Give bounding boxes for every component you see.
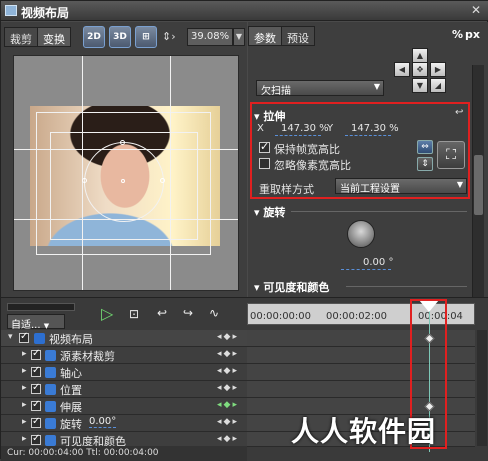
keyframe-nav-icon[interactable]: ◂◆▸ [217,332,239,342]
rotate-header[interactable]: ▾ 旋转 [254,204,285,220]
tab-crop[interactable]: 裁剪 [4,27,38,47]
align-left-icon[interactable]: ◀ [394,62,410,77]
align-bottom-right-icon[interactable]: ◢ [430,78,446,93]
expand-icon[interactable]: ▸ [22,366,27,376]
param-icon [45,367,56,378]
unit-percent[interactable]: % [452,28,463,41]
tab-presets[interactable]: 预设 [281,26,315,46]
track-label: 伸展 [60,401,82,414]
rotate-knob[interactable] [347,220,375,248]
preview-panel: 裁剪 变换 2D 3D ⊞ ⇕› 39.08% ▼ [1,22,247,297]
track-checkbox[interactable] [31,416,41,428]
param-icon [45,350,56,361]
keyframe-nav-icon[interactable]: ◂◆▸ [217,434,239,444]
chevron-down-icon: ▼ [43,322,50,330]
align-right-icon[interactable]: ▶ [430,62,446,77]
rotate-track-value[interactable]: 0.00° [89,416,117,428]
expand-icon[interactable]: ▸ [22,400,27,410]
visibility-title: 可见度和颜色 [263,281,330,294]
timeline-mode-select[interactable]: 自适... ▼ [7,314,65,331]
track-label: 旋转 [60,418,82,431]
section-divider [291,211,467,212]
app-icon [5,5,17,16]
curve-icon[interactable]: ∿ [209,306,219,320]
track-checkbox[interactable] [31,433,41,445]
video-layout-window: 视频布局 ✕ 裁剪 变换 2D 3D ⊞ ⇕› 39.08% ▼ 参数 预设 %… [0,0,488,461]
track-row[interactable]: ▾ 视频布局 ◂◆▸ [1,330,247,347]
keyframe-nav-icon[interactable]: ◂◆▸ [217,366,239,376]
handle-right[interactable] [160,178,165,183]
track-row[interactable]: ▸ 可见度和颜色◂◆▸ [1,432,247,448]
unit-pixel[interactable]: px [465,28,480,41]
track-checkbox[interactable] [31,382,41,394]
tab-transform[interactable]: 变换 [37,27,71,47]
track-label: 位置 [60,384,82,397]
overscan-value: 欠扫描 [261,86,291,97]
keyframe-nav-icon[interactable]: ◂◆▸ [217,400,239,410]
mode-3d-button[interactable]: 3D [109,26,131,48]
expand-icon[interactable]: ▸ [22,417,27,427]
param-icon [45,384,56,395]
expand-icon[interactable]: ▾ [8,332,13,342]
align-center-icon[interactable]: ✥ [412,62,428,77]
track-row[interactable]: ▸ 伸展 ◂◆▸ [1,398,247,415]
comment-icon[interactable]: ⊡ [129,307,139,321]
keyframe-nav-icon[interactable]: ◂◆▸ [217,349,239,359]
handle-left[interactable] [82,178,87,183]
chevron-down-icon[interactable]: ▼ [233,28,245,46]
track-checkbox[interactable] [31,365,41,377]
track-label: 源素材裁剪 [60,350,115,363]
play-icon[interactable]: ▷ [101,304,113,323]
expand-icon[interactable]: ▸ [22,349,27,359]
expand-icon[interactable]: ▸ [22,434,27,444]
rotate-slider[interactable] [341,269,391,270]
chevron-down-icon: ▼ [373,82,380,91]
window-title: 视频布局 [21,6,70,20]
param-icon [45,401,56,412]
mode-2d-button[interactable]: 2D [83,26,105,48]
track-label: 视频布局 [49,333,93,346]
timeline-scrollbar[interactable] [477,330,487,446]
track-checkbox[interactable] [31,348,41,360]
zoom-slider[interactable] [7,303,75,311]
scrollbar-thumb[interactable] [474,155,483,215]
ruler-label: 00:00:02:00 [326,311,388,322]
overscan-select[interactable]: 欠扫描 ▼ [256,80,384,97]
track-label: 轴心 [60,367,82,380]
expand-icon[interactable]: ▸ [22,383,27,393]
rotate-value[interactable]: 0.00 ° [363,257,393,268]
close-icon[interactable]: ✕ [468,3,484,18]
track-list: 自适... ▼ ▷ ⊡ ↩ ↪ ∿ ▾ 视频布局 ◂◆▸ ▸ 源素材裁剪 ◂◆▸ ▸… [1,298,247,461]
pivot-point[interactable] [121,179,125,183]
section-divider [346,286,467,287]
track-checkbox[interactable] [19,331,29,343]
tab-params[interactable]: 参数 [248,26,282,46]
layout-grid-icon[interactable]: ⊞ [135,26,157,48]
snap-icon[interactable]: ⇕› [162,30,184,46]
track-row[interactable]: ▸ 轴心 ◂◆▸ [1,364,247,381]
preview-canvas[interactable] [13,55,239,291]
next-key-icon[interactable]: ↪ [183,306,193,320]
track-checkbox[interactable] [31,399,41,411]
align-up-icon[interactable]: ▲ [412,48,428,63]
keyframe-nav-icon[interactable]: ◂◆▸ [217,383,239,393]
handle-top[interactable] [120,140,125,145]
align-down-icon[interactable]: ▼ [412,78,428,93]
zoom-field[interactable]: 39.08% [187,28,233,46]
visibility-header[interactable]: ▾ 可见度和颜色 [254,279,329,295]
param-icon [45,435,56,446]
title-bar: 视频布局 ✕ [1,1,488,21]
track-row[interactable]: ▸ 位置 ◂◆▸ [1,381,247,398]
watermark: 人人软件园 [291,415,437,448]
ruler-label: 00:00:00:00 [250,311,312,322]
rotate-title: 旋转 [263,206,286,219]
prev-key-icon[interactable]: ↩ [157,306,167,320]
highlight-box-stretch [250,102,470,199]
track-row[interactable]: ▸ 旋转 0.00° ◂◆▸ [1,415,247,432]
keyframe-nav-icon[interactable]: ◂◆▸ [217,417,239,427]
layout-icon [34,333,45,344]
track-row[interactable]: ▸ 源素材裁剪 ◂◆▸ [1,347,247,364]
params-scrollbar[interactable] [472,65,484,297]
param-icon [45,418,56,429]
